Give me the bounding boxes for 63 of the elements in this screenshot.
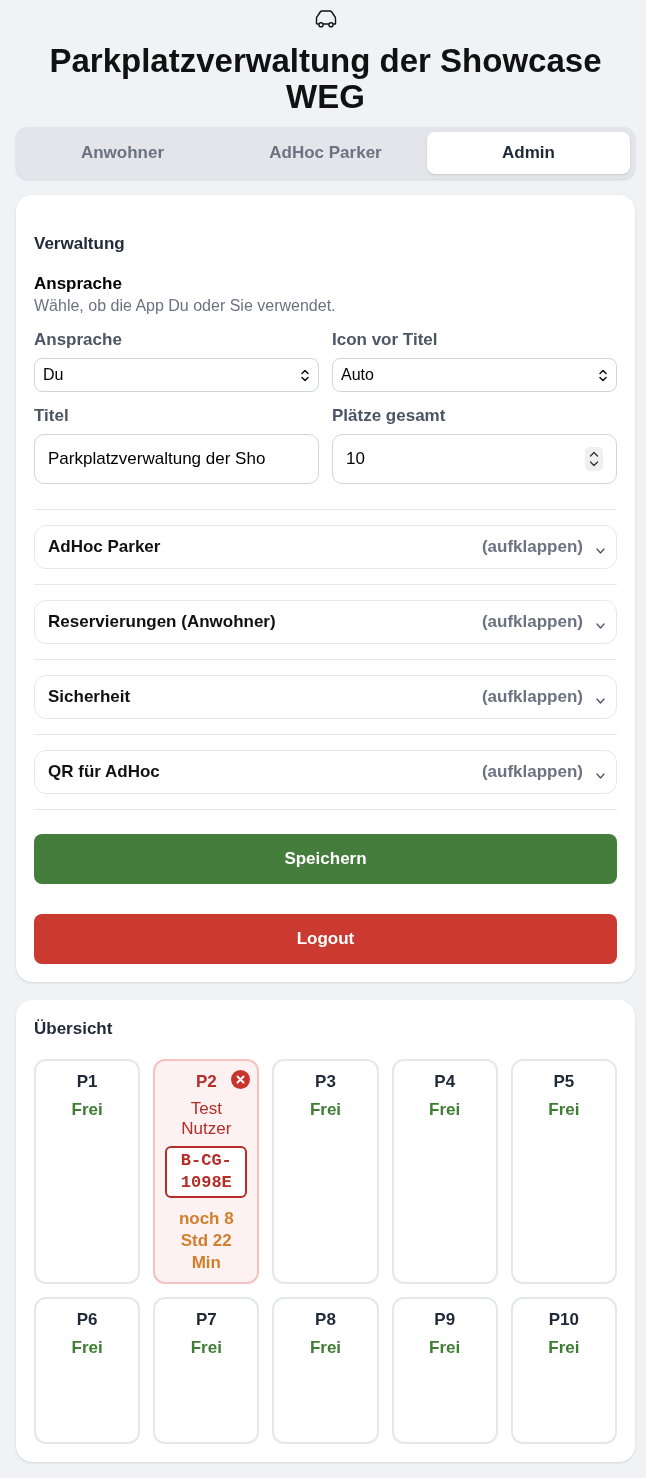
panel-title: Sicherheit [48,686,131,709]
parking-spot-tile[interactable]: P7 Frei [153,1297,260,1444]
user-name: Test Nutzer [180,1099,233,1139]
close-icon[interactable] [231,1070,251,1089]
panel-title: Reservierungen (Anwohner) [48,611,276,634]
spot-status: Frei [309,1337,342,1359]
parking-spot-tile[interactable]: P5 Frei [510,1059,617,1284]
spot-label: P8 [315,1309,336,1331]
spot-label: P10 [548,1309,579,1331]
spot-status: Frei [71,1337,103,1359]
spot-label: P2 [195,1071,217,1093]
stepper-icon[interactable] [585,447,603,471]
card-heading: Verwaltung [34,233,126,255]
logout-button[interactable]: Logout [34,914,617,964]
expand-toggle[interactable]: (aufklappen) [481,759,605,785]
section-hint: Wähle, ob die App Du oder Sie verwendet. [34,296,337,316]
parking-spot-tile[interactable]: P3 Frei [272,1059,379,1284]
save-button[interactable]: Speichern [34,834,617,884]
spot-status: Frei [429,1099,461,1121]
spot-label: P7 [195,1309,217,1331]
field-label: Plätze gesamt [332,405,447,427]
parking-spot-tile[interactable]: P9 Frei [391,1297,498,1444]
spot-label: P1 [76,1071,98,1093]
expand-toggle[interactable]: (aufklappen) [481,684,605,710]
parking-spot-tile[interactable]: P2 Test Nutzer B-CG-1098E noch 8 Std 22 Min [153,1059,260,1284]
updown-chevron-icon [599,368,607,382]
select-field[interactable]: Du [34,358,319,392]
number-input[interactable]: 10 [332,434,617,484]
spot-status: Frei [190,1337,222,1359]
tab[interactable]: Admin [427,132,630,174]
spot-status: Frei [548,1337,580,1359]
select-field[interactable]: Auto [332,358,617,392]
spot-status: Frei [548,1099,580,1121]
parking-spot-tile[interactable]: P4 Frei [391,1059,498,1284]
remaining-time: noch 8 Std 22 Min [177,1208,235,1274]
card-heading: Übersicht [34,1018,114,1040]
panel-title: AdHoc Parker [48,536,161,559]
field-label: Icon vor Titel [332,329,439,351]
field-label: Ansprache [34,329,123,351]
car-icon [313,9,338,29]
tab[interactable]: Anwohner [21,132,224,174]
spot-label: P4 [434,1071,456,1093]
spot-label: P6 [76,1309,98,1331]
spot-label: P9 [434,1309,456,1331]
panel-title: QR für AdHoc [48,761,160,784]
spot-label: P3 [315,1071,336,1093]
field-label: Titel [34,405,70,427]
spot-label: P5 [553,1071,575,1093]
parking-spot-tile[interactable]: P8 Frei [272,1297,379,1444]
spot-status: Frei [309,1099,342,1121]
parking-spot-tile[interactable]: P10 Frei [510,1297,617,1444]
section-title: Ansprache [34,273,123,295]
license-plate: B-CG-1098E [165,1146,248,1198]
parking-spot-tile[interactable]: P6 Frei [34,1297,141,1444]
parking-spot-tile[interactable]: P1 Frei [34,1059,141,1284]
expand-toggle[interactable]: (aufklappen) [481,534,605,560]
spot-status: Frei [429,1337,461,1359]
spot-status: Frei [71,1099,103,1121]
updown-chevron-icon [301,368,309,382]
text-input[interactable]: Parkplatzverwaltung der Sho [34,434,319,484]
expand-toggle[interactable]: (aufklappen) [481,609,605,635]
page-title: Parkplatzverwaltung der Showcase WEG [48,43,603,115]
tab[interactable]: AdHoc Parker [224,132,427,174]
